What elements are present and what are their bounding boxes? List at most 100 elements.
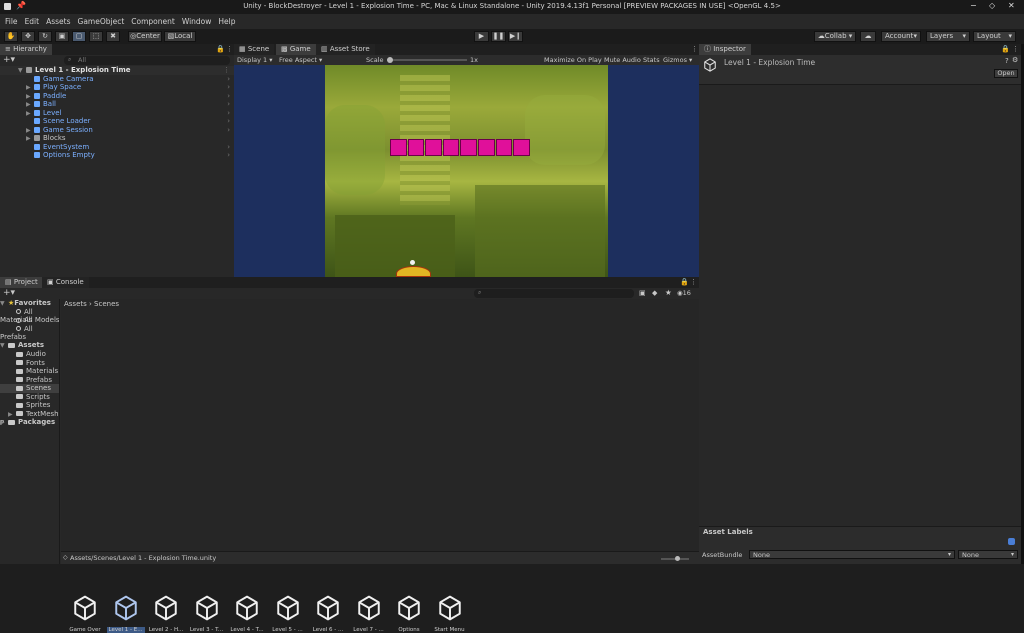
scene-asset-item[interactable]: Level 3 - T... [188, 595, 226, 633]
close-icon[interactable]: ✕ [1008, 1, 1015, 10]
lock-icon[interactable]: 🔒 [1001, 45, 1010, 53]
menu-assets[interactable]: Assets [46, 14, 70, 29]
open-button[interactable]: Open [994, 69, 1018, 78]
asset-folder-item[interactable]: Prefabs [0, 376, 59, 385]
hand-tool-button[interactable]: ✋ [4, 31, 18, 42]
tab-inspector[interactable]: ⓘ Inspector [699, 44, 751, 55]
chevron-right-icon[interactable]: › [227, 92, 230, 101]
create-plus-icon[interactable]: +▾ [3, 288, 15, 298]
hierarchy-item[interactable]: EventSystem › [0, 143, 234, 152]
hierarchy-item[interactable]: ▶ Game Session › [0, 126, 234, 135]
pivot-space-button[interactable]: ▧Local [164, 31, 196, 42]
rect-tool-button[interactable]: ▢ [72, 31, 86, 42]
aspect-dropdown[interactable]: Free Aspect ▾ [279, 56, 322, 64]
hierarchy-item[interactable]: Scene Loader › [0, 117, 234, 126]
hierarchy-item[interactable]: Options Empty › [0, 151, 234, 160]
scene-asset-item[interactable]: Game Over [66, 595, 104, 633]
menu-component[interactable]: Component [131, 14, 175, 29]
menu-help[interactable]: Help [218, 14, 235, 29]
scene-asset-item[interactable]: Start Menu [431, 595, 469, 633]
asset-folder-item[interactable]: Audio [0, 350, 59, 359]
packages-header[interactable]: ▶ Packages [0, 418, 59, 427]
kebab-menu-icon[interactable]: ⋮ [691, 45, 698, 53]
lock-icon[interactable]: 🔒 [680, 278, 689, 286]
hierarchy-item[interactable]: ▶ Blocks [0, 134, 234, 143]
mute-audio-toggle[interactable]: Mute Audio [604, 56, 641, 64]
asset-folder-item[interactable]: Scenes [0, 384, 59, 393]
maximize-on-play-toggle[interactable]: Maximize On Play [544, 56, 602, 64]
favorite-item[interactable]: All Prefabs [0, 325, 59, 342]
chevron-right-icon[interactable]: › [227, 126, 230, 135]
breadcrumb-assets[interactable]: Assets [64, 300, 87, 308]
asset-folder-item[interactable]: Scripts [0, 393, 59, 402]
custom-tool-button[interactable]: ✖ [106, 31, 120, 42]
minimize-icon[interactable]: − [970, 1, 977, 10]
chevron-right-icon[interactable]: › [227, 143, 230, 152]
kebab-menu-icon[interactable]: ⋮ [226, 45, 233, 53]
assets-header[interactable]: ▼ Assets [0, 341, 59, 350]
create-plus-icon[interactable]: +▾ [3, 55, 15, 65]
favorite-star-icon[interactable]: ★ [665, 288, 672, 297]
icon-size-slider-handle[interactable] [675, 556, 680, 561]
hidden-packages-count[interactable]: ◉16 [677, 289, 691, 297]
favorites-header[interactable]: ▼ ★Favorites [0, 299, 59, 308]
asset-folder-item[interactable]: ▶ TextMesh P [0, 410, 59, 428]
account-dropdown[interactable]: Account ▾ [881, 31, 921, 42]
move-tool-button[interactable]: ✥ [21, 31, 35, 42]
gizmos-dropdown[interactable]: Gizmos ▾ [663, 56, 692, 64]
rotate-tool-button[interactable]: ↻ [38, 31, 52, 42]
chevron-right-icon[interactable]: › [227, 100, 230, 109]
scene-asset-item[interactable]: Level 2 - H... [147, 595, 185, 633]
asset-folder-item[interactable]: Materials [0, 367, 59, 376]
scale-slider[interactable] [387, 59, 467, 61]
hierarchy-item[interactable]: ▶ Paddle › [0, 92, 234, 101]
tag-icon[interactable] [1008, 538, 1015, 545]
menu-edit[interactable]: Edit [25, 14, 40, 29]
layout-dropdown[interactable]: Layout ▾ [973, 31, 1016, 42]
asset-folder-item[interactable]: Sprites [0, 401, 59, 410]
help-icon[interactable]: ? [1005, 57, 1009, 65]
cloud-services-button[interactable]: ☁ [860, 31, 876, 42]
favorite-item[interactable]: All Materials [0, 308, 59, 325]
pivot-mode-button[interactable]: ◎Center [128, 31, 162, 42]
scene-asset-item[interactable]: Level 7 - ... [350, 595, 388, 633]
kebab-menu-icon[interactable]: ⋮ [1012, 45, 1019, 53]
step-button[interactable]: ▶❙ [508, 31, 523, 42]
scene-asset-item[interactable]: Level 6 - ... [309, 595, 347, 633]
chevron-right-icon[interactable]: › [227, 75, 230, 84]
search-by-type-icon[interactable]: ▣ [639, 289, 646, 297]
kebab-menu-icon[interactable]: ⋮ [690, 278, 697, 286]
scale-tool-button[interactable]: ▣ [55, 31, 69, 42]
scale-slider-handle[interactable] [387, 57, 393, 63]
play-button[interactable]: ▶ [474, 31, 489, 42]
menu-window[interactable]: Window [182, 14, 212, 29]
hierarchy-item[interactable]: Game Camera › [0, 75, 234, 84]
menu-gameobject[interactable]: GameObject [78, 14, 125, 29]
kebab-menu-icon[interactable]: ⋮ [223, 66, 230, 75]
transform-tool-button[interactable]: ⬚ [89, 31, 103, 42]
scene-asset-item[interactable]: Level 4 - T... [228, 595, 266, 633]
layers-dropdown[interactable]: Layers ▾ [926, 31, 970, 42]
hierarchy-item[interactable]: ▶ Ball › [0, 100, 234, 109]
hierarchy-search-input[interactable]: ⌕ All [64, 56, 230, 65]
tab-game[interactable]: ▩ Game [276, 44, 316, 55]
project-search-input[interactable]: ⌕ [474, 289, 634, 298]
lock-icon[interactable]: 🔒 [216, 45, 225, 53]
search-by-label-icon[interactable]: ◆ [652, 289, 657, 297]
tab-scene[interactable]: ▦ Scene [234, 44, 275, 55]
scene-asset-item[interactable]: Level 1 - E... [106, 595, 145, 633]
scene-asset-item[interactable]: Options [390, 595, 428, 633]
favorite-item[interactable]: All Models [0, 316, 59, 325]
pause-button[interactable]: ❚❚ [491, 31, 506, 42]
stats-toggle[interactable]: Stats [643, 56, 660, 64]
collab-button[interactable]: ☁Collab ▾ [814, 31, 856, 42]
menu-file[interactable]: File [5, 14, 18, 29]
game-viewport[interactable] [234, 65, 699, 277]
breadcrumb-scenes[interactable]: Scenes [94, 300, 119, 308]
settings-icon[interactable]: ⚙ [1012, 56, 1018, 64]
asset-bundle-dropdown[interactable]: None ▾ [749, 550, 955, 559]
asset-folder-item[interactable]: Fonts [0, 359, 59, 368]
chevron-right-icon[interactable]: › [227, 151, 230, 160]
chevron-right-icon[interactable]: › [227, 109, 230, 118]
tab-hierarchy[interactable]: ≡ Hierarchy [0, 44, 52, 55]
